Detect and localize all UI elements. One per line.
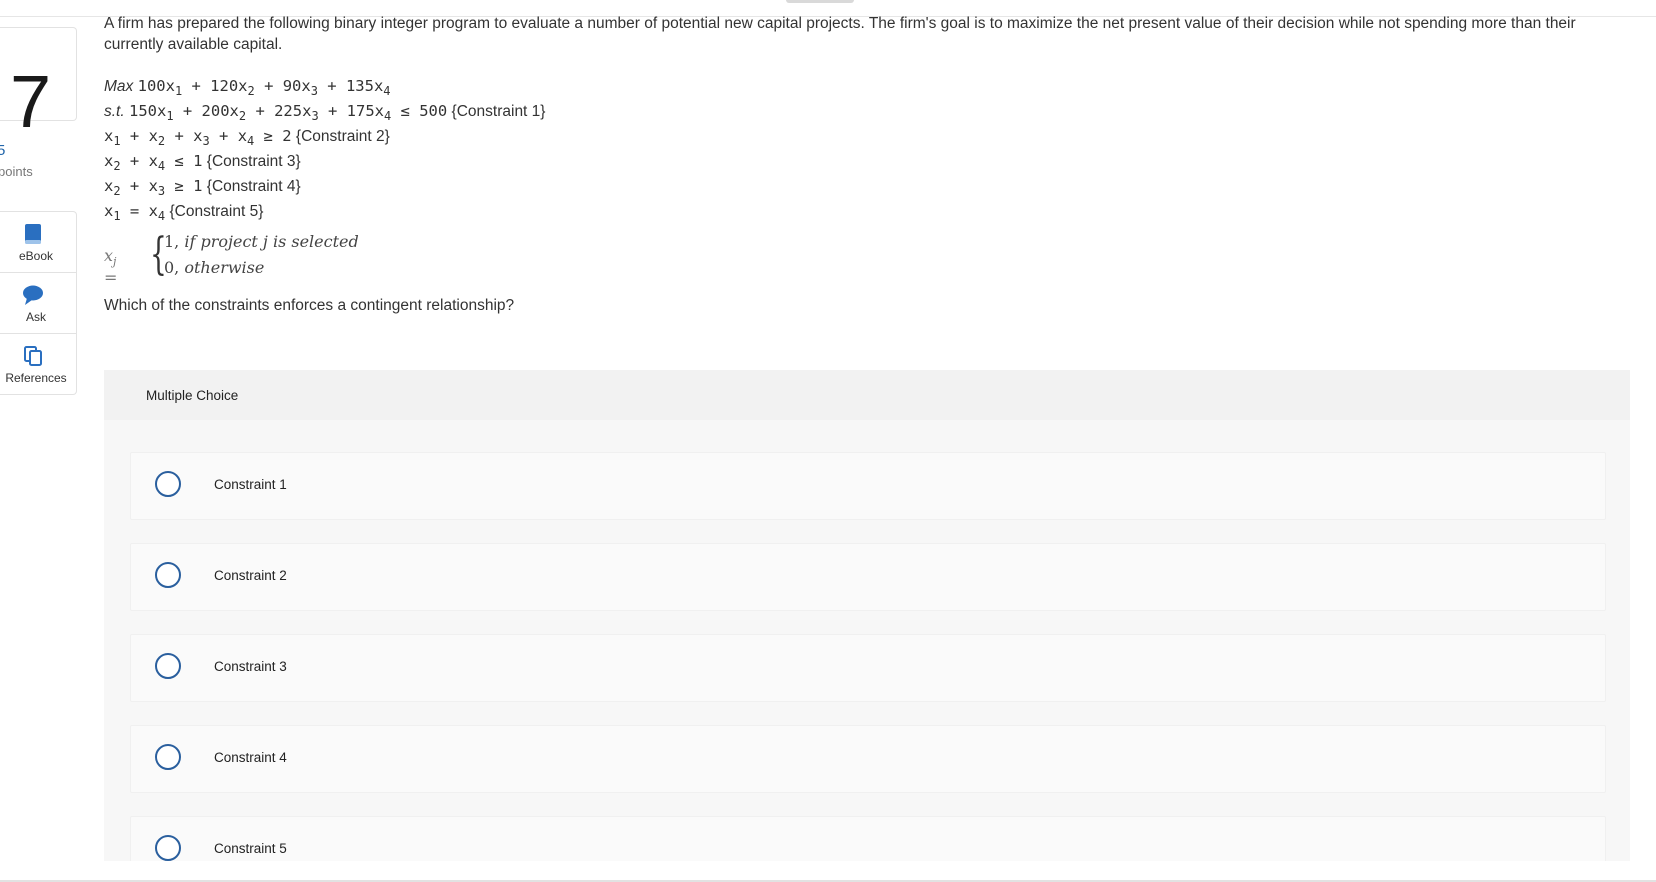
question-stem: A firm has prepared the following binary… <box>104 15 1576 53</box>
piecewise-row-1-text: if project j is selected <box>184 232 359 251</box>
objective-prefix: Max <box>104 78 134 95</box>
st-prefix: s.t. <box>104 103 125 120</box>
references-button[interactable]: References <box>0 334 76 394</box>
constraint-4: x2 + x3 ≥ 1 {Constraint 4} <box>104 177 301 198</box>
piecewise-row-2-text: otherwise <box>184 258 265 277</box>
references-label: References <box>5 371 67 385</box>
choice-option-1[interactable]: Constraint 1 <box>130 452 1606 520</box>
piecewise-row-1: 1, if project j is selected <box>164 232 359 251</box>
radio-button[interactable] <box>155 744 181 770</box>
radio-button[interactable] <box>155 471 181 497</box>
choice-label: Constraint 4 <box>214 750 287 765</box>
piecewise-row-2: 0, otherwise <box>164 258 265 277</box>
constraint-2: x1 + x2 + x3 + x4 ≥ 2 {Constraint 2} <box>104 127 390 148</box>
choice-list: Constraint 1 Constraint 2 Constraint 3 C… <box>104 420 1630 861</box>
question-prompt: Which of the constraints enforces a cont… <box>104 297 515 314</box>
choice-option-4[interactable]: Constraint 4 <box>130 725 1606 793</box>
multiple-choice-panel: Multiple Choice Constraint 1 Constraint … <box>104 370 1630 861</box>
ebook-button[interactable]: eBook <box>0 212 76 273</box>
constraint-3-label: {Constraint 3} <box>206 153 301 170</box>
points-label: points <box>0 164 33 179</box>
choice-label: Constraint 1 <box>214 477 287 492</box>
multiple-choice-header: Multiple Choice <box>146 388 239 403</box>
ebook-label: eBook <box>18 249 54 263</box>
choice-label: Constraint 3 <box>214 659 287 674</box>
constraint-5: x1 = x4 {Constraint 5} <box>104 202 264 223</box>
choice-option-3[interactable]: Constraint 3 <box>130 634 1606 702</box>
constraint-1-label: {Constraint 1} <box>451 103 546 120</box>
ask-button[interactable]: Ask <box>0 273 76 334</box>
radio-button[interactable] <box>155 835 181 861</box>
constraint-2-label: {Constraint 2} <box>295 128 390 145</box>
xj-lhs: xj = <box>104 246 118 288</box>
chat-bubble-icon <box>23 285 43 305</box>
constraint-4-label: {Constraint 4} <box>206 178 301 195</box>
tool-panel: eBook Ask References <box>0 211 77 395</box>
question-number: 7 <box>10 60 52 143</box>
book-icon <box>25 224 41 244</box>
choice-label: Constraint 5 <box>214 841 287 856</box>
ask-label: Ask <box>25 310 46 324</box>
copy-pages-icon <box>24 346 42 366</box>
points-value: 5 <box>0 142 6 159</box>
question-number-card: 7 <box>0 27 77 142</box>
top-tab-handle <box>786 0 854 3</box>
choice-option-5[interactable]: Constraint 5 <box>130 816 1606 861</box>
choice-label: Constraint 2 <box>214 568 287 583</box>
radio-button[interactable] <box>155 562 181 588</box>
constraint-3: x2 + x4 ≤ 1 {Constraint 3} <box>104 152 301 173</box>
constraint-5-label: {Constraint 5} <box>169 203 264 220</box>
objective-function: Max 100x1 + 120x2 + 90x3 + 135x4 <box>104 77 391 98</box>
constraint-1: s.t. 150x1 + 200x2 + 225x3 + 175x4 ≤ 500… <box>104 102 546 123</box>
radio-button[interactable] <box>155 653 181 679</box>
choice-option-2[interactable]: Constraint 2 <box>130 543 1606 611</box>
